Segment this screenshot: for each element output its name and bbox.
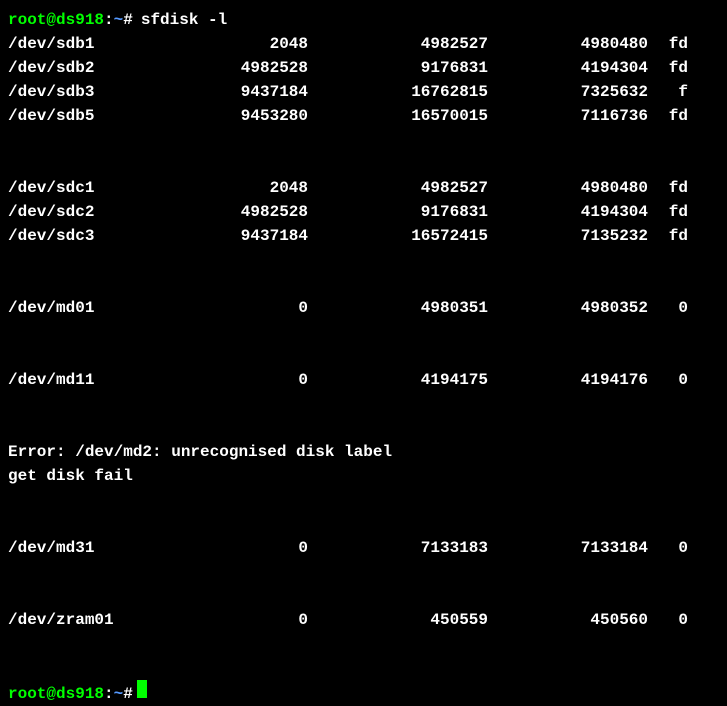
error-line-1: Error: /dev/md2: unrecognised disk label <box>8 440 719 464</box>
start-sector: 2048 <box>128 32 308 56</box>
partition-row: /dev/md010498035149803520 <box>8 296 719 320</box>
partition-type: fd <box>648 104 688 128</box>
partition-section-sdb: /dev/sdb1204849825274980480fd/dev/sdb249… <box>8 32 719 128</box>
partition-type: fd <box>648 200 688 224</box>
partition-row: /dev/sdc39437184165724157135232fd <box>8 224 719 248</box>
user-host-2: root@ds918 <box>8 682 104 706</box>
colon: : <box>104 8 114 32</box>
sector-count: 4980480 <box>488 176 648 200</box>
end-sector: 16762815 <box>308 80 488 104</box>
device-name: /dev/sdb5 <box>8 104 128 128</box>
partition-row: /dev/zram0104505594505600 <box>8 608 719 632</box>
cursor-icon <box>137 680 147 698</box>
prompt-line-2[interactable]: root@ds918:~# <box>8 680 719 706</box>
partition-type: fd <box>648 32 688 56</box>
partition-row: /dev/sdb39437184167628157325632f <box>8 80 719 104</box>
user-host: root@ds918 <box>8 8 104 32</box>
start-sector: 0 <box>128 608 308 632</box>
partition-row: /dev/md310713318371331840 <box>8 536 719 560</box>
partition-type: 0 <box>648 536 688 560</box>
sector-count: 4980352 <box>488 296 648 320</box>
end-sector: 9176831 <box>308 56 488 80</box>
end-sector: 4982527 <box>308 176 488 200</box>
partition-type: 0 <box>648 368 688 392</box>
partition-type: 0 <box>648 296 688 320</box>
end-sector: 9176831 <box>308 200 488 224</box>
sector-count: 4194176 <box>488 368 648 392</box>
partition-section-md0: /dev/md010498035149803520 <box>8 296 719 320</box>
sector-count: 7133184 <box>488 536 648 560</box>
sector-count: 7135232 <box>488 224 648 248</box>
start-sector: 9437184 <box>128 80 308 104</box>
end-sector: 7133183 <box>308 536 488 560</box>
partition-section-md1: /dev/md110419417541941760 <box>8 368 719 392</box>
partition-section-zram: /dev/zram0104505594505600 <box>8 608 719 632</box>
end-sector: 4982527 <box>308 32 488 56</box>
end-sector: 4980351 <box>308 296 488 320</box>
error-line-2: get disk fail <box>8 464 719 488</box>
partition-section-md3: /dev/md310713318371331840 <box>8 536 719 560</box>
partition-section-sdc: /dev/sdc1204849825274980480fd/dev/sdc249… <box>8 176 719 248</box>
device-name: /dev/sdc2 <box>8 200 128 224</box>
sector-count: 4194304 <box>488 200 648 224</box>
end-sector: 16570015 <box>308 104 488 128</box>
device-name: /dev/sdb3 <box>8 80 128 104</box>
device-name: /dev/md11 <box>8 368 128 392</box>
partition-type: fd <box>648 56 688 80</box>
start-sector: 4982528 <box>128 56 308 80</box>
start-sector: 9437184 <box>128 224 308 248</box>
sector-count: 4194304 <box>488 56 648 80</box>
hash: # <box>123 8 133 32</box>
start-sector: 0 <box>128 296 308 320</box>
partition-type: 0 <box>648 608 688 632</box>
partition-type: fd <box>648 224 688 248</box>
partition-row: /dev/sdc1204849825274980480fd <box>8 176 719 200</box>
partition-row: /dev/md110419417541941760 <box>8 368 719 392</box>
prompt-line-1: root@ds918:~# sfdisk -l <box>8 8 719 32</box>
device-name: /dev/zram01 <box>8 608 128 632</box>
sector-count: 4980480 <box>488 32 648 56</box>
end-sector: 450559 <box>308 608 488 632</box>
start-sector: 0 <box>128 536 308 560</box>
start-sector: 9453280 <box>128 104 308 128</box>
command-text: sfdisk -l <box>141 8 227 32</box>
device-name: /dev/sdb1 <box>8 32 128 56</box>
start-sector: 4982528 <box>128 200 308 224</box>
sector-count: 7325632 <box>488 80 648 104</box>
device-name: /dev/md31 <box>8 536 128 560</box>
device-name: /dev/md01 <box>8 296 128 320</box>
sector-count: 7116736 <box>488 104 648 128</box>
partition-row: /dev/sdc2498252891768314194304fd <box>8 200 719 224</box>
device-name: /dev/sdb2 <box>8 56 128 80</box>
end-sector: 16572415 <box>308 224 488 248</box>
partition-type: fd <box>648 176 688 200</box>
partition-row: /dev/sdb2498252891768314194304fd <box>8 56 719 80</box>
device-name: /dev/sdc3 <box>8 224 128 248</box>
colon-2: : <box>104 682 114 706</box>
end-sector: 4194175 <box>308 368 488 392</box>
partition-row: /dev/sdb1204849825274980480fd <box>8 32 719 56</box>
path: ~ <box>114 8 124 32</box>
hash-2: # <box>123 682 133 706</box>
partition-type: f <box>648 80 688 104</box>
path-2: ~ <box>114 682 124 706</box>
start-sector: 2048 <box>128 176 308 200</box>
start-sector: 0 <box>128 368 308 392</box>
device-name: /dev/sdc1 <box>8 176 128 200</box>
sector-count: 450560 <box>488 608 648 632</box>
partition-row: /dev/sdb59453280165700157116736fd <box>8 104 719 128</box>
